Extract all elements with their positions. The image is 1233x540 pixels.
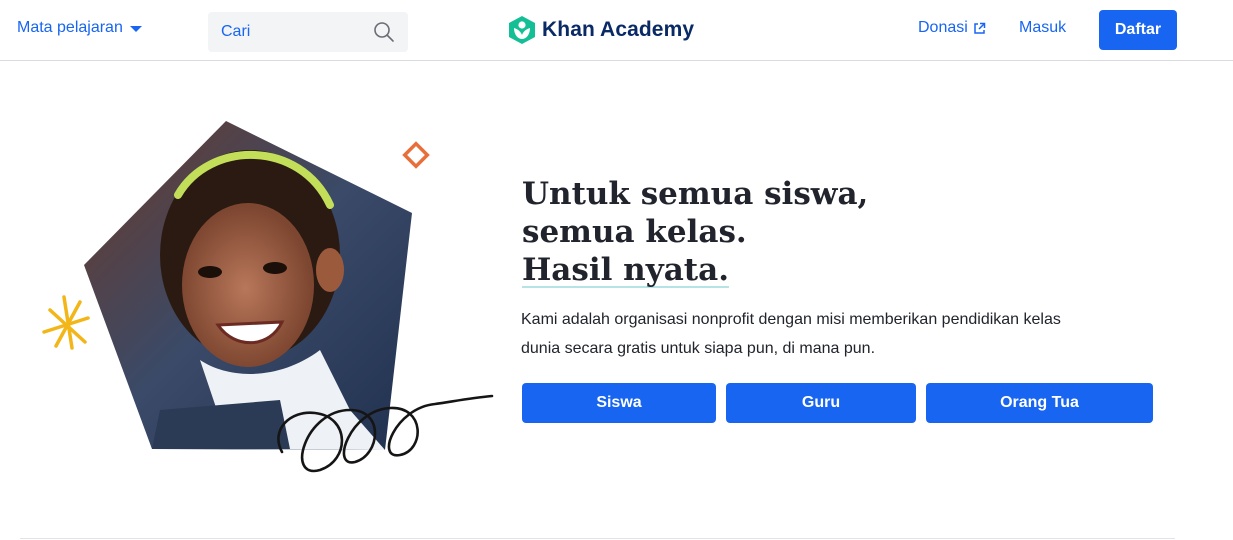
orange-diamond-shape [402, 141, 430, 169]
site-logo[interactable]: Khan Academy [508, 15, 694, 45]
parent-button[interactable]: Orang Tua [926, 383, 1153, 423]
hero-description: Kami adalah organisasi nonprofit dengan … [521, 305, 1081, 363]
login-link[interactable]: Masuk [1019, 19, 1066, 37]
khan-academy-logo-icon [509, 16, 535, 44]
hero-description-line-2: dunia secara gratis untuk siapa pun, di … [521, 340, 876, 357]
donate-label: Donasi [918, 19, 968, 36]
external-link-icon [974, 22, 986, 34]
subjects-label: Mata pelajaran [17, 19, 123, 36]
hero-heading-line-2: semua kelas. [522, 214, 747, 250]
subjects-dropdown[interactable]: Mata pelajaran [17, 19, 142, 37]
search-input[interactable] [208, 12, 368, 52]
logo-text: Khan Academy [542, 18, 695, 41]
chevron-down-icon [129, 26, 142, 32]
hero-heading-line-1: Untuk semua siswa, [522, 176, 869, 212]
hero-heading-line-3: Hasil nyata. [522, 252, 730, 288]
signup-button[interactable]: Daftar [1099, 10, 1177, 50]
hero-heading: Untuk semua siswa, semua kelas. Hasil ny… [522, 175, 868, 289]
hero-description-line-1: Kami adalah organisasi nonprofit dengan … [521, 311, 1061, 328]
donate-link[interactable]: Donasi [918, 19, 986, 37]
section-divider [20, 538, 1175, 539]
hero-illustration [42, 121, 494, 473]
top-nav: Mata pelajaran Khan Academy Donasi Masuk… [0, 0, 1233, 61]
teacher-button[interactable]: Guru [726, 383, 916, 423]
yellow-starburst-shape [42, 295, 90, 350]
search-box [208, 12, 408, 52]
student-button[interactable]: Siswa [522, 383, 716, 423]
search-icon[interactable] [373, 21, 395, 43]
